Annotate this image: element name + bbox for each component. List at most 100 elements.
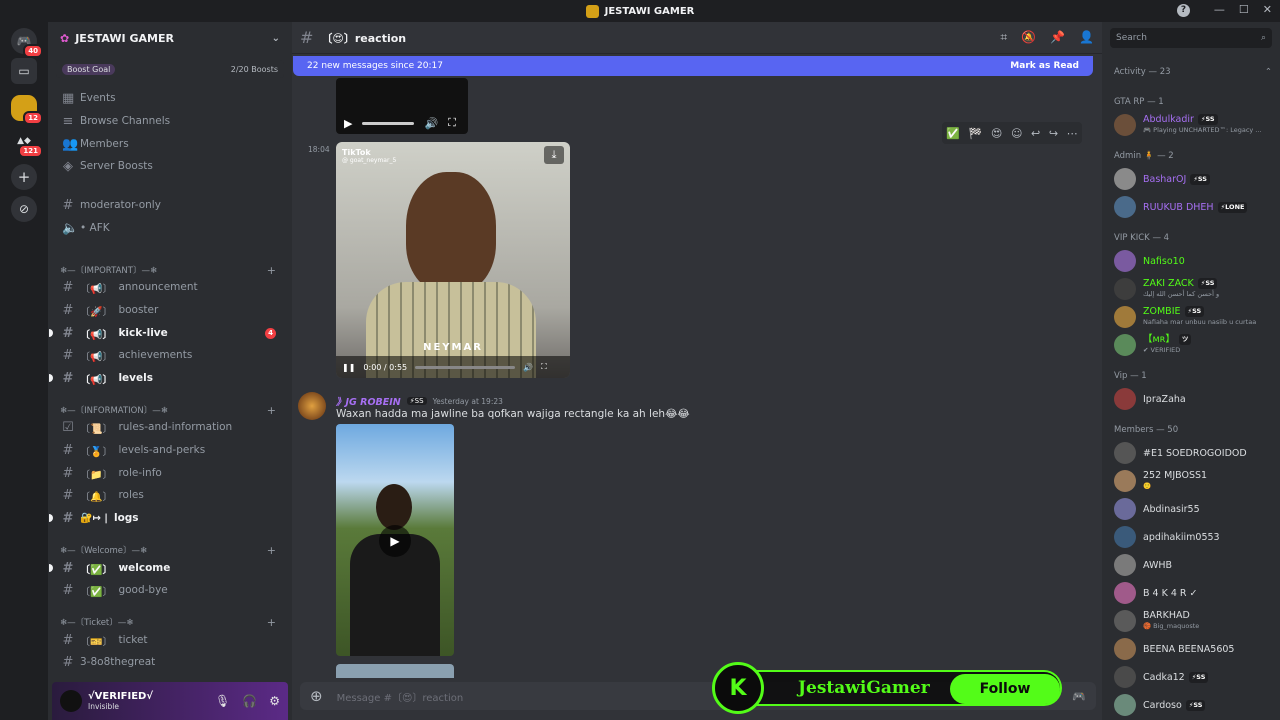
fullscreen-icon[interactable]: ⛶ xyxy=(541,362,547,372)
channel-ticket-user[interactable]: #3-8o8thegreat xyxy=(56,652,284,672)
guild-header[interactable]: ✿ JESTAWI GAMER ⌄ xyxy=(48,22,292,54)
video-embed-neymar[interactable]: TikTok @ goat_neymar_5 ⤓ NEYMAR ❚❚ 0:00 /… xyxy=(336,142,570,378)
volume-icon[interactable]: 🔊 xyxy=(424,117,438,130)
discover-icon[interactable]: ⊘ xyxy=(11,196,37,222)
heart-eyes-reaction-icon[interactable]: 😍 xyxy=(991,127,1002,140)
category-important[interactable]: ❄—〔IMPORTANT〕—❄ + xyxy=(56,262,284,278)
channel-booster[interactable]: # 〔🚀〕 booster xyxy=(56,300,284,320)
fullscreen-icon[interactable]: ⛶ xyxy=(448,116,456,130)
download-icon[interactable]: ⤓ xyxy=(544,146,564,164)
play-icon[interactable]: ▶ xyxy=(344,117,352,130)
flag-reaction-icon[interactable]: 🏁 xyxy=(969,127,983,140)
channel-achievements[interactable]: # 〔📢〕 achievements xyxy=(56,345,284,365)
boost-goal[interactable]: Boost Goal 2/20 Boosts xyxy=(56,60,284,78)
channel-afk[interactable]: 🔈 • AFK xyxy=(56,218,284,238)
channel-ticket[interactable]: # 〔🎫〕 ticket xyxy=(56,630,284,650)
boost-goal-label: Boost Goal xyxy=(62,63,116,75)
pin-icon[interactable]: 📌 xyxy=(1050,30,1065,45)
channel-roles[interactable]: # 〔🔔〕 roles xyxy=(56,485,284,505)
add-channel-icon[interactable]: + xyxy=(267,404,276,417)
channel-levels-and-perks[interactable]: # 〔🏅〕 levels-and-perks xyxy=(56,440,284,460)
video-embed[interactable]: ▶ xyxy=(336,424,454,656)
add-channel-icon[interactable]: + xyxy=(267,616,276,629)
member-item[interactable]: AWHB xyxy=(1114,553,1276,577)
member-item[interactable]: BEENA BEENA5605 xyxy=(1114,637,1276,661)
channel-role-info[interactable]: # 〔📁〕 role-info xyxy=(56,463,284,483)
channel-logs[interactable]: # 🔐↦ | logs xyxy=(49,508,284,528)
video-progress[interactable] xyxy=(415,365,516,369)
nav-events[interactable]: ▦ Events xyxy=(56,88,284,108)
pause-icon[interactable]: ❚❚ xyxy=(342,363,355,372)
add-channel-icon[interactable]: + xyxy=(267,544,276,557)
add-channel-icon[interactable]: + xyxy=(267,264,276,277)
member-item[interactable]: BasharOJ ⚡SS xyxy=(1114,167,1276,191)
channel-moderator-only[interactable]: # moderator-only xyxy=(56,195,284,215)
member-item[interactable]: Nafiso10 xyxy=(1114,249,1276,273)
headphones-icon[interactable]: 🎧 xyxy=(242,694,257,708)
mute-bell-icon[interactable]: 🔕 xyxy=(1021,30,1036,45)
add-server-icon[interactable]: + xyxy=(11,164,37,190)
message-author[interactable]: 》JG ROBEIN xyxy=(336,394,401,408)
member-info: B 4 K 4 R ✓ xyxy=(1143,588,1198,599)
video-embed[interactable]: ▶ 🔊 ⛶ xyxy=(336,78,468,134)
mark-as-read-button[interactable]: Mark as Read xyxy=(1010,61,1079,71)
avatar[interactable] xyxy=(60,690,82,712)
video-embed-partial[interactable] xyxy=(336,664,454,678)
channel-rules[interactable]: ☑ 〔📜〕 rules-and-information xyxy=(56,417,284,437)
member-list-icon[interactable]: 👤 xyxy=(1079,30,1094,45)
threads-icon[interactable]: ⌗ xyxy=(1000,30,1007,45)
avatar[interactable] xyxy=(298,392,326,420)
microphone-icon[interactable]: 🎙 xyxy=(215,694,230,708)
more-icon[interactable]: ⋯ xyxy=(1067,127,1078,140)
apps-icon[interactable]: 🎮 xyxy=(1072,690,1086,703)
member-item[interactable]: IpraZaha xyxy=(1114,387,1276,411)
member-item[interactable]: 252 MJBOSS1 🙂 xyxy=(1114,469,1276,493)
maximize-icon[interactable]: ☐ xyxy=(1239,3,1249,16)
play-icon[interactable]: ▶ xyxy=(379,525,411,557)
volume-icon[interactable]: 🔊 xyxy=(523,363,533,372)
member-item[interactable]: ZOMBIE ⚡SS Nafiaha mar unbuu nasiib u curt… xyxy=(1114,305,1276,329)
member-item[interactable]: Abdinasir55 xyxy=(1114,497,1276,521)
category-information[interactable]: ❄—〔INFORMATION〕—❄ + xyxy=(56,402,284,418)
member-item[interactable]: apdihakiim0553 xyxy=(1114,525,1276,549)
follow-button[interactable]: Follow xyxy=(950,674,1060,704)
member-item[interactable]: BARKHAD 🏀 Big_maquoste xyxy=(1114,609,1276,633)
channel-good-bye[interactable]: # 〔✅〕 good-bye xyxy=(56,580,284,600)
channel-levels[interactable]: # 〔📢〕 levels xyxy=(49,368,284,388)
forward-icon[interactable]: ↪ xyxy=(1049,127,1058,140)
member-item[interactable]: #E1 SOEDROGOIDOD xyxy=(1114,441,1276,465)
server-jestawi-icon[interactable]: 12 xyxy=(11,95,43,125)
member-item[interactable]: RUUKUB DHEH ⚡LONE xyxy=(1114,195,1276,219)
member-item[interactable]: Cardoso ⚡SS xyxy=(1114,693,1276,717)
help-icon[interactable]: ? xyxy=(1177,4,1190,17)
minimize-icon[interactable]: — xyxy=(1214,3,1225,16)
nav-server-boosts[interactable]: ◈ Server Boosts xyxy=(56,156,284,176)
member-item[interactable]: Abdulkadir ⚡SS 🎮 Playing UNCHARTED™: Legac… xyxy=(1114,113,1276,137)
search-input[interactable]: Search ⌕ xyxy=(1110,28,1272,48)
new-messages-banner[interactable]: 22 new messages since 20:17 Mark as Read xyxy=(293,56,1093,76)
attach-plus-icon[interactable]: ⊕ xyxy=(310,687,323,705)
category-welcome[interactable]: ❄—〔Welcome〕—❄ + xyxy=(56,542,284,558)
add-reaction-icon[interactable]: ☺ xyxy=(1011,127,1022,140)
nav-members[interactable]: 👥 Members xyxy=(56,134,284,154)
activity-header[interactable]: Activity — 23 ⌃ xyxy=(1114,67,1272,77)
reply-icon[interactable]: ↩ xyxy=(1031,127,1040,140)
member-item[interactable]: Cadka12 ⚡SS xyxy=(1114,665,1276,689)
channel-welcome[interactable]: # 〔✅〕 welcome xyxy=(49,558,284,578)
member-item[interactable]: 【ᴍʀ】ツ ✔ VERIFIED xyxy=(1114,333,1276,357)
member-item[interactable]: ZAKI ZACK ⚡SS و أحسن كما أحسن الله إليك xyxy=(1114,277,1276,301)
nav-browse-channels[interactable]: ≡ Browse Channels xyxy=(56,111,284,131)
guild-tag-badge[interactable]: ⚡SS xyxy=(406,397,427,405)
server-folder-icon[interactable]: ▲◆ 121 xyxy=(11,128,43,158)
check-reaction-icon[interactable]: ✅ xyxy=(946,127,960,140)
channel-announcement[interactable]: # 〔📢〕 announcement xyxy=(56,277,284,297)
inbox-icon[interactable]: ▭ xyxy=(11,58,37,84)
direct-messages-icon[interactable]: 🎮 40 xyxy=(11,28,43,58)
gear-icon[interactable]: ⚙ xyxy=(269,694,280,708)
message-input[interactable]: Message #〔😍〕reaction xyxy=(337,689,464,704)
close-icon[interactable]: ✕ xyxy=(1263,3,1272,16)
member-item[interactable]: B 4 K 4 R ✓ xyxy=(1114,581,1276,605)
channel-kick-live[interactable]: # 〔📢〕 kick-live 4 xyxy=(49,323,284,343)
video-progress[interactable] xyxy=(362,121,415,125)
category-ticket[interactable]: ❄—〔Ticket〕—❄ + xyxy=(56,614,284,630)
